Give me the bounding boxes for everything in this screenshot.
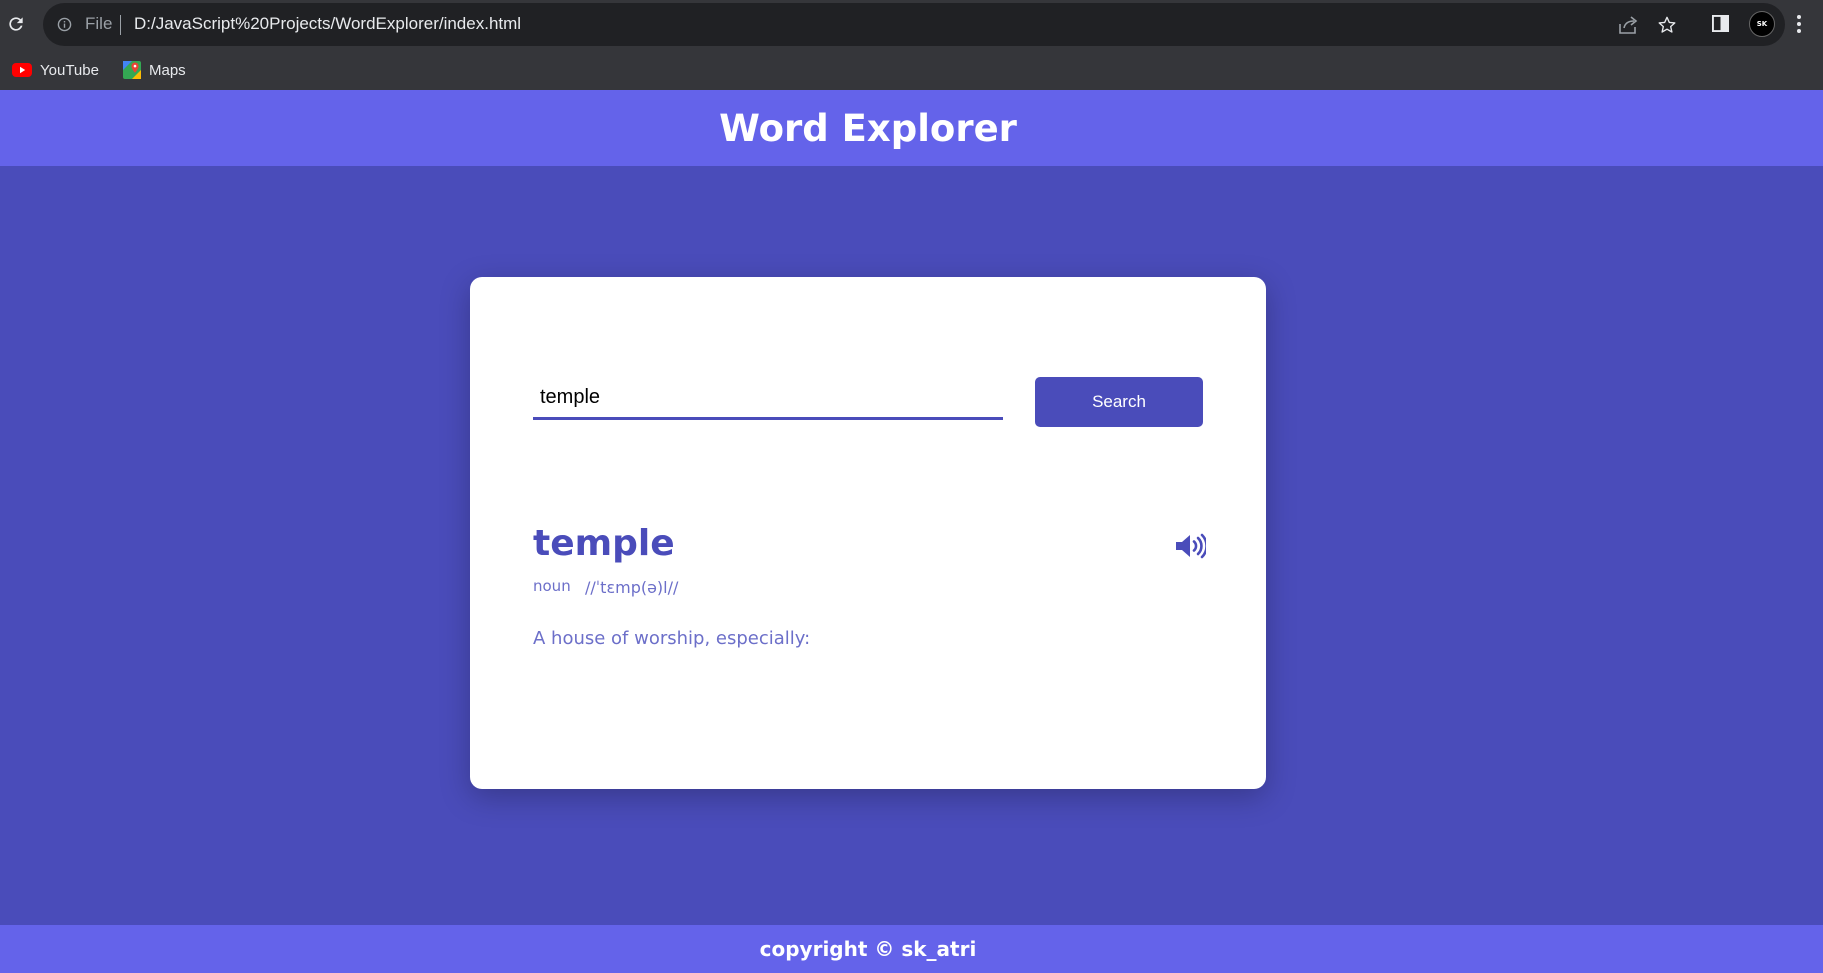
address-separator	[120, 15, 121, 35]
browser-chrome: File D:/JavaScript%20Projects/WordExplor…	[0, 0, 1823, 90]
search-input[interactable]	[533, 377, 1003, 420]
search-button[interactable]: Search	[1035, 377, 1203, 427]
profile-avatar[interactable]: SK	[1749, 11, 1775, 37]
copyright-text: copyright © sk_atri	[759, 937, 977, 961]
bookmarks-bar: YouTube Maps	[0, 50, 1823, 90]
definition: A house of worship, especially:	[533, 628, 811, 649]
app-header: Word Explorer	[0, 90, 1823, 166]
share-icon[interactable]	[1617, 15, 1639, 35]
speaker-icon[interactable]	[1174, 533, 1206, 559]
phonetic: //ˈtɛmp(ə)l//	[585, 578, 679, 597]
part-of-speech: noun	[533, 577, 571, 595]
page-title: Word Explorer	[719, 107, 1017, 150]
dictionary-card: Search temple noun //ˈtɛmp(ə)l// A house…	[470, 277, 1266, 789]
side-panel-icon[interactable]	[1712, 15, 1729, 32]
reload-icon[interactable]	[6, 14, 26, 34]
kebab-menu-icon[interactable]	[1796, 14, 1802, 34]
youtube-icon	[12, 63, 32, 77]
info-icon[interactable]	[57, 17, 72, 32]
file-scheme-label: File	[85, 14, 113, 33]
bookmark-label: Maps	[149, 61, 186, 79]
bookmark-label: YouTube	[40, 61, 99, 79]
maps-icon	[123, 61, 141, 79]
bookmark-maps[interactable]: Maps	[123, 58, 186, 82]
browser-toolbar: File D:/JavaScript%20Projects/WordExplor…	[0, 0, 1823, 50]
address-bar[interactable]: File D:/JavaScript%20Projects/WordExplor…	[43, 3, 1785, 46]
bookmark-youtube[interactable]: YouTube	[12, 58, 99, 82]
url-text[interactable]: D:/JavaScript%20Projects/WordExplorer/in…	[134, 14, 521, 34]
bookmark-star-icon[interactable]	[1657, 15, 1677, 35]
page-footer: copyright © sk_atri	[0, 925, 1823, 973]
result-word: temple	[533, 523, 675, 564]
